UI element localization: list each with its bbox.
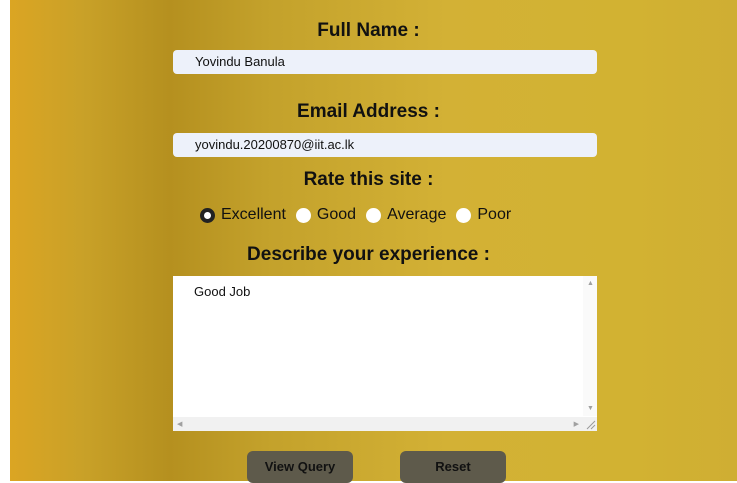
scroll-left-icon[interactable]: ◀ (177, 420, 182, 428)
experience-label: Describe your experience : (247, 244, 490, 265)
rating-label: Rate this site : (303, 169, 434, 190)
radio-label-excellent: Excellent (221, 206, 286, 223)
resize-handle[interactable] (583, 417, 597, 431)
radio-poor[interactable] (456, 207, 472, 223)
email-input[interactable]: yovindu.20200870@iit.ac.lk (173, 133, 597, 157)
horizontal-scrollbar[interactable]: ◀ ▶ (173, 417, 583, 431)
full-name-label: Full Name : (317, 20, 420, 41)
resize-grip-icon (586, 420, 596, 430)
reset-button[interactable]: Reset (400, 451, 506, 483)
radio-excellent[interactable] (200, 207, 215, 223)
full-name-input[interactable]: Yovindu Banula (173, 50, 597, 74)
view-query-button[interactable]: View Query (247, 451, 353, 483)
radio-average[interactable] (366, 207, 382, 223)
radio-label-good: Good (316, 206, 357, 223)
radio-option-good[interactable]: Good (295, 206, 357, 224)
email-label: Email Address : (297, 101, 440, 122)
radio-option-average[interactable]: Average (366, 206, 446, 224)
radio-good[interactable] (295, 207, 311, 223)
experience-text: Good Job (194, 284, 251, 299)
rating-radio-group: Excellent Good Average Poor (200, 204, 521, 226)
experience-textarea[interactable]: Good Job ▲ ▼ ◀ ▶ (173, 276, 597, 431)
scroll-down-icon[interactable]: ▼ (587, 405, 594, 412)
radio-option-poor[interactable]: Poor (456, 206, 511, 224)
radio-label-average: Average (387, 206, 447, 223)
vertical-scrollbar[interactable]: ▲ ▼ (583, 276, 597, 416)
radio-label-poor: Poor (477, 206, 512, 223)
scroll-right-icon[interactable]: ▶ (574, 420, 579, 428)
radio-option-excellent[interactable]: Excellent (200, 206, 286, 224)
scroll-up-icon[interactable]: ▲ (587, 280, 594, 287)
